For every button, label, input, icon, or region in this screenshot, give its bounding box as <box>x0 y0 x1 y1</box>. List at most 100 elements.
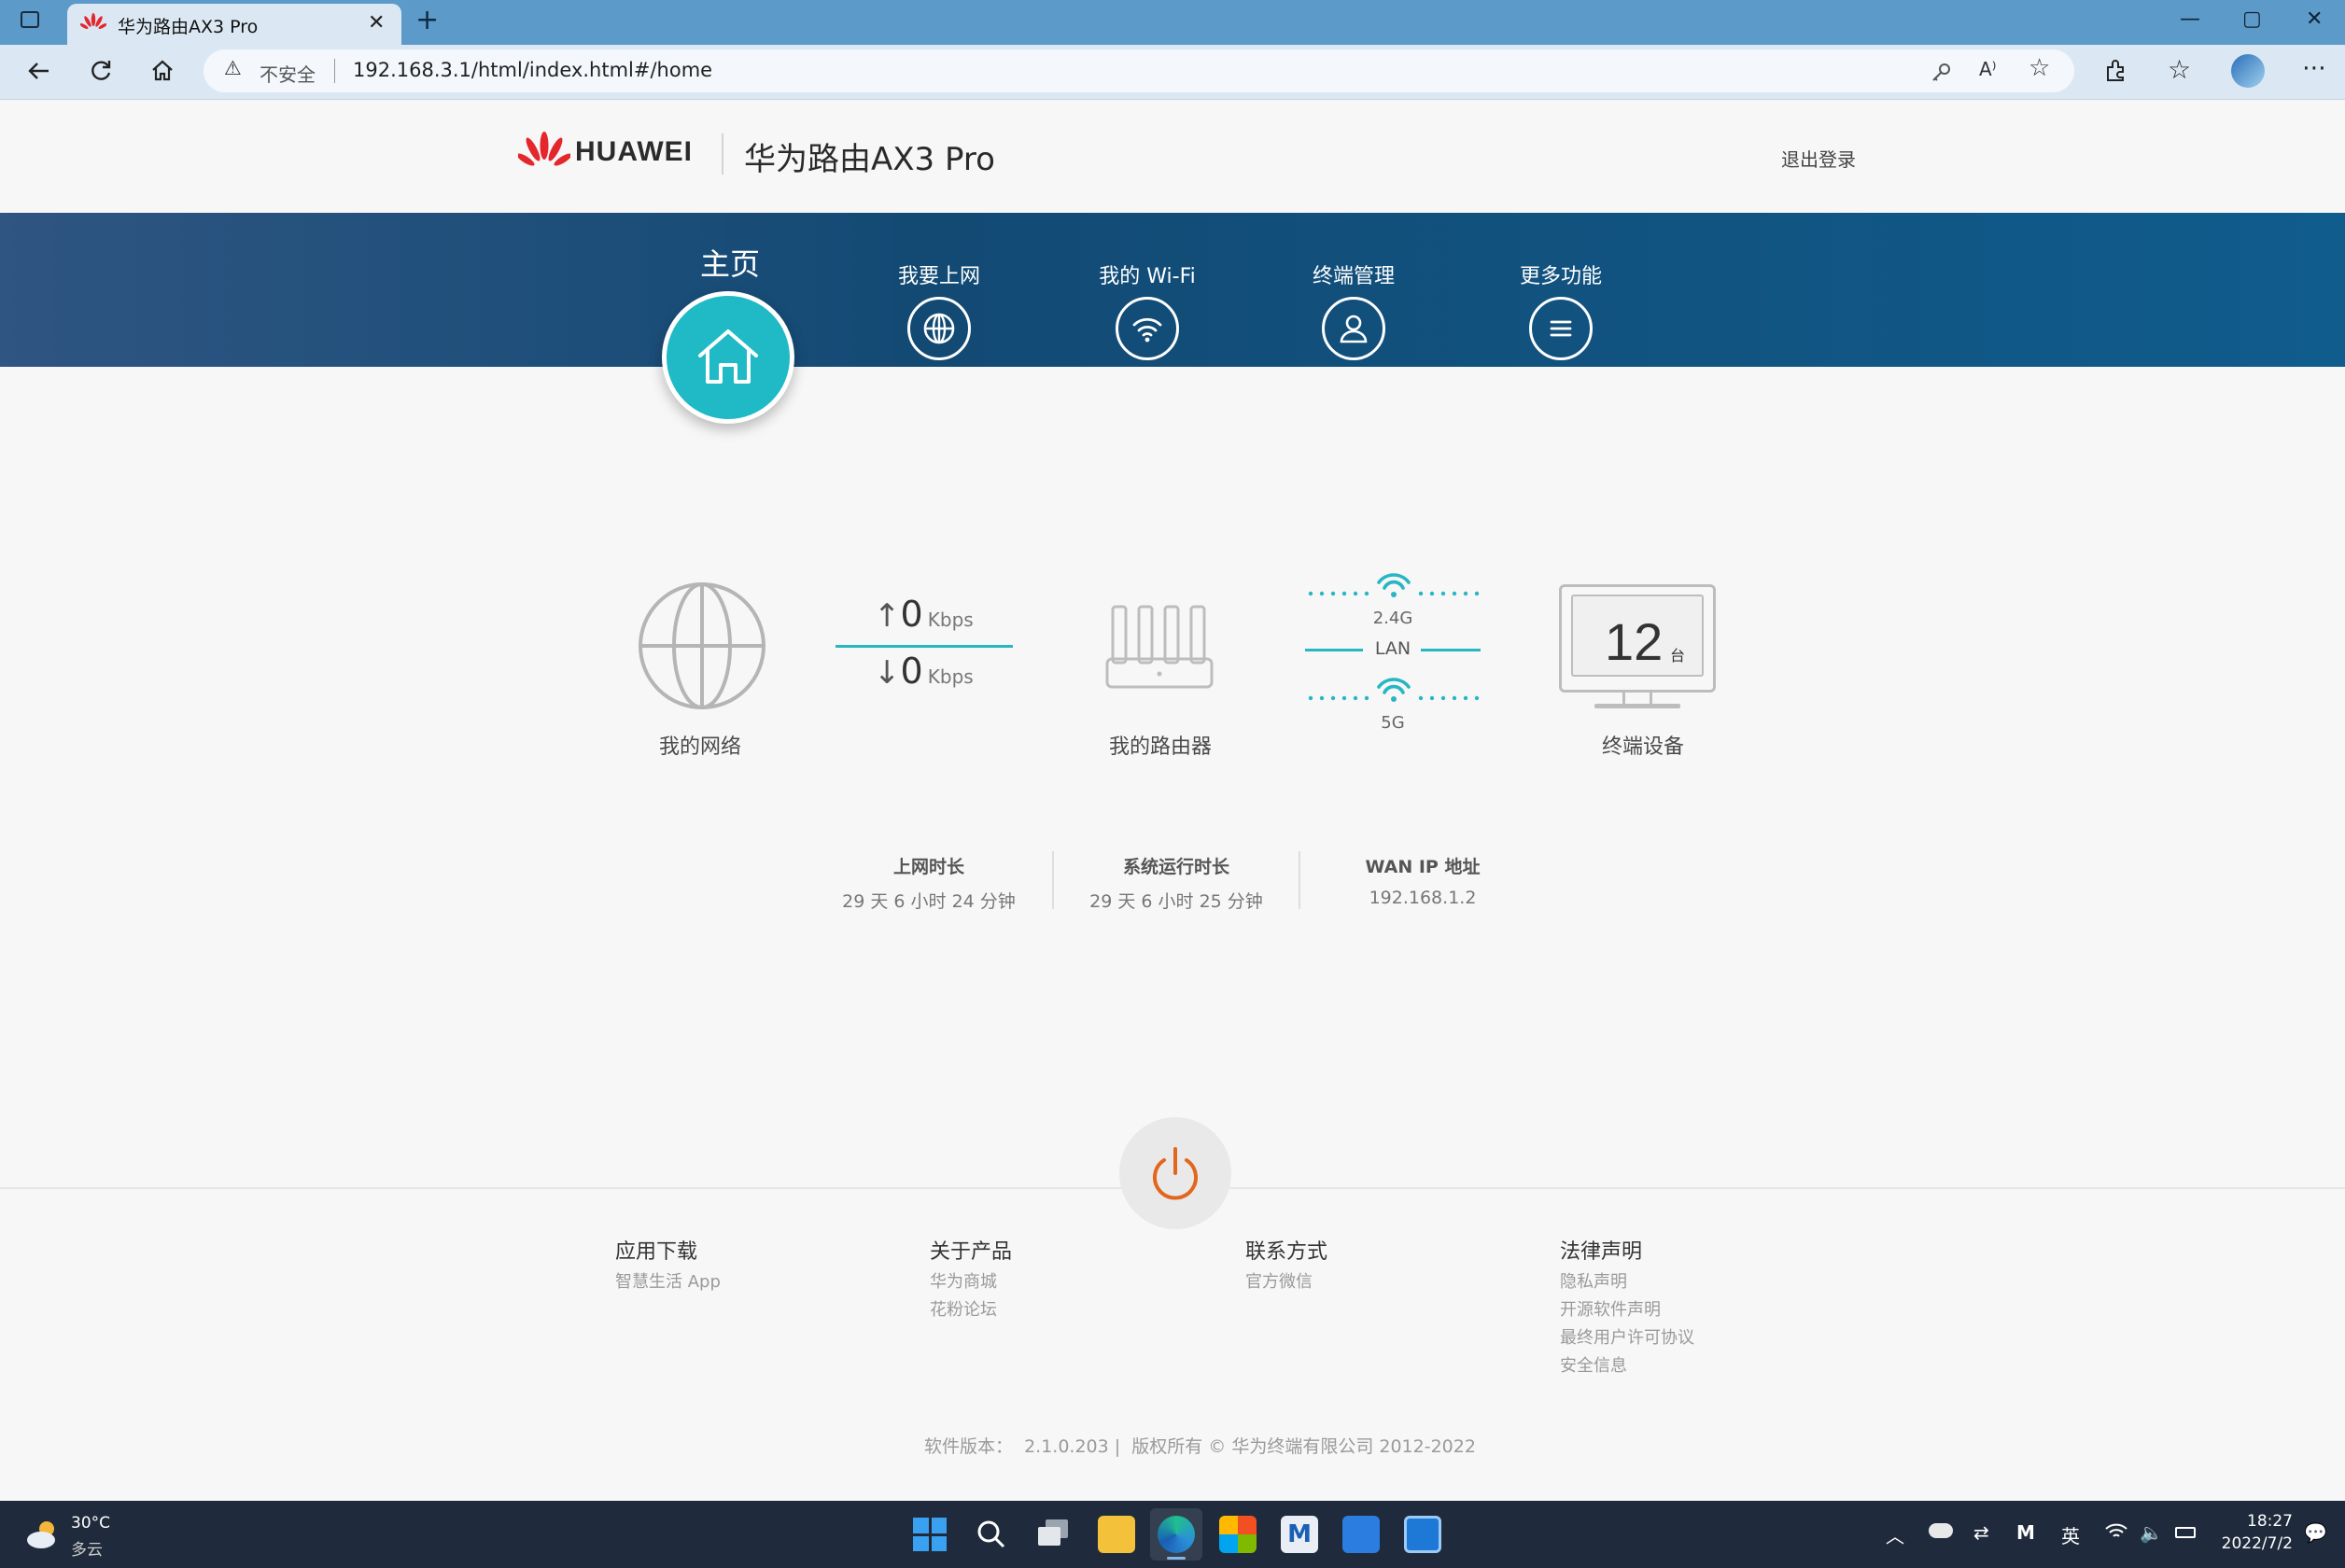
cloud-sun-icon <box>27 1521 55 1548</box>
nav-item-more[interactable]: 更多功能 <box>1481 259 1640 371</box>
restore-button[interactable]: ▢ <box>2242 7 2262 31</box>
footer-link[interactable]: 官方微信 <box>1245 1268 1327 1296</box>
footer-heading: 联系方式 <box>1245 1240 1328 1264</box>
phone-link-icon[interactable] <box>1404 1516 1441 1553</box>
huawei-favicon-icon <box>80 13 106 29</box>
close-window-button[interactable]: ✕ <box>2306 7 2323 31</box>
wifi-tray-icon[interactable] <box>2104 1521 2128 1542</box>
cloud-app-icon[interactable] <box>1342 1516 1380 1553</box>
more-icon[interactable]: ⋯ <box>2302 54 2326 82</box>
favorites-add-icon[interactable]: ☆ <box>2029 54 2050 82</box>
upload-rate: ↑0 Kbps <box>874 594 974 635</box>
nav-home-label[interactable]: 主页 <box>665 241 795 284</box>
edge-active-slot[interactable] <box>1150 1508 1202 1561</box>
security-label[interactable]: 不安全 <box>260 60 316 87</box>
warning-icon[interactable]: ⚠ <box>224 57 242 79</box>
my-network-label: 我的网络 <box>658 735 741 759</box>
menu-icon <box>1550 320 1572 337</box>
tray-app-icon[interactable]: M <box>2016 1521 2035 1544</box>
read-aloud-icon[interactable]: A⁾ <box>1979 58 1997 80</box>
home-icon <box>152 60 173 81</box>
product-title: 华为路由AX3 Pro <box>744 141 995 178</box>
home-button[interactable] <box>144 52 181 90</box>
monitor-stand <box>1594 704 1680 708</box>
volume-icon[interactable]: 🔈 <box>2140 1521 2163 1544</box>
store-icon[interactable] <box>1219 1516 1257 1553</box>
page-header: HUAWEI 华为路由AX3 Pro 退出登录 <box>0 100 2345 213</box>
logout-link[interactable]: 退出登录 <box>1781 145 1856 172</box>
favorites-icon[interactable]: ☆ <box>2168 54 2191 85</box>
nav-label: 终端管理 <box>1312 265 1395 288</box>
footer-link[interactable]: 最终用户许可协议 <box>1560 1324 1694 1352</box>
devices-monitor[interactable]: 12 台 <box>1559 584 1716 693</box>
nav-label: 我要上网 <box>897 265 980 288</box>
lan-label: LAN <box>1374 638 1411 659</box>
footer-link[interactable]: 智慧生活 App <box>615 1268 721 1296</box>
url-text[interactable]: 192.168.3.1/html/index.html#/home <box>353 59 712 81</box>
nav-label: 更多功能 <box>1519 265 1602 288</box>
info-divider <box>1052 851 1054 909</box>
download-value: 0 <box>900 651 923 692</box>
minimize-button[interactable]: — <box>2180 7 2200 31</box>
devices-label: 终端设备 <box>1601 735 1684 759</box>
ime-indicator[interactable]: 英 <box>2061 1521 2080 1548</box>
clock-date[interactable]: 2022/7/2 <box>2218 1534 2293 1553</box>
nav-item-internet[interactable]: 我要上网 <box>860 259 1018 371</box>
upload-value: 0 <box>900 594 923 635</box>
footer-col-about: 关于产品 华为商城 花粉论坛 <box>930 1235 1012 1324</box>
footer-link[interactable]: 华为商城 <box>930 1268 1012 1296</box>
back-icon <box>28 63 49 79</box>
nav-icon-circle <box>1116 297 1179 360</box>
new-tab-button[interactable]: + <box>415 4 439 36</box>
footer-link[interactable]: 安全信息 <box>1560 1352 1694 1380</box>
nav-item-devices[interactable]: 终端管理 <box>1274 259 1433 371</box>
network-transfer-icon[interactable]: ⇄ <box>1973 1521 1989 1544</box>
weather-desc: 多云 <box>71 1541 103 1560</box>
info-divider <box>1299 851 1300 909</box>
down-arrow-icon: ↓ <box>874 654 901 692</box>
info-value: 29 天 6 小时 24 分钟 <box>842 891 1016 912</box>
address-bar[interactable]: ⚠ 不安全 192.168.3.1/html/index.html#/home … <box>204 49 2074 92</box>
globe-icon <box>923 313 955 344</box>
file-explorer-icon[interactable] <box>1098 1516 1135 1553</box>
tab-close-button[interactable]: ✕ <box>368 11 385 35</box>
band-24g-label: 2.4G <box>1372 609 1413 628</box>
search-icon[interactable] <box>975 1518 1008 1551</box>
globe-network-icon[interactable] <box>637 581 767 711</box>
extensions-icon[interactable] <box>2102 58 2128 84</box>
onedrive-icon[interactable] <box>1929 1523 1953 1538</box>
download-unit: Kbps <box>927 665 974 688</box>
wifi-icon <box>1132 317 1162 343</box>
clock-time[interactable]: 18:27 <box>2224 1512 2293 1531</box>
footer-link[interactable]: 隐私声明 <box>1560 1268 1694 1296</box>
weather-widget[interactable] <box>24 1518 62 1555</box>
browser-tab-strip: 华为路由AX3 Pro ✕ + — ▢ ✕ <box>0 0 2345 45</box>
mail-app-icon[interactable]: M <box>1281 1516 1318 1553</box>
power-button[interactable] <box>1119 1117 1231 1229</box>
up-arrow-icon: ↑ <box>874 597 901 635</box>
router-icon[interactable] <box>1103 603 1215 691</box>
footer-link[interactable]: 开源软件声明 <box>1560 1296 1694 1324</box>
tab-actions-icon[interactable] <box>21 11 39 28</box>
footer-heading: 应用下载 <box>615 1240 698 1264</box>
key-icon[interactable] <box>1931 61 1953 83</box>
task-view-icon[interactable] <box>1038 1519 1070 1547</box>
browser-tab[interactable]: 华为路由AX3 Pro ✕ <box>67 4 401 45</box>
home-icon <box>698 329 758 384</box>
address-divider <box>334 59 335 83</box>
notification-icon[interactable]: 💬 <box>2304 1521 2327 1544</box>
nav-icon-circle <box>1529 297 1593 360</box>
uptime: 系统运行时长 29 天 6 小时 25 分钟 <box>1074 853 1279 913</box>
info-title: 系统运行时长 <box>1122 857 1229 877</box>
lan-line-right <box>1421 649 1481 651</box>
refresh-button[interactable] <box>82 52 119 90</box>
profile-icon[interactable] <box>2231 54 2265 88</box>
nav-home-button[interactable] <box>662 291 794 424</box>
tray-overflow-icon[interactable]: ︿ <box>1886 1521 1904 1548</box>
battery-icon[interactable] <box>2175 1527 2196 1538</box>
info-title: 上网时长 <box>892 857 964 877</box>
back-button[interactable] <box>21 52 58 90</box>
start-icon[interactable] <box>913 1518 947 1551</box>
footer-link[interactable]: 花粉论坛 <box>930 1296 1012 1324</box>
nav-item-wifi[interactable]: 我的 Wi-Fi <box>1068 259 1227 371</box>
